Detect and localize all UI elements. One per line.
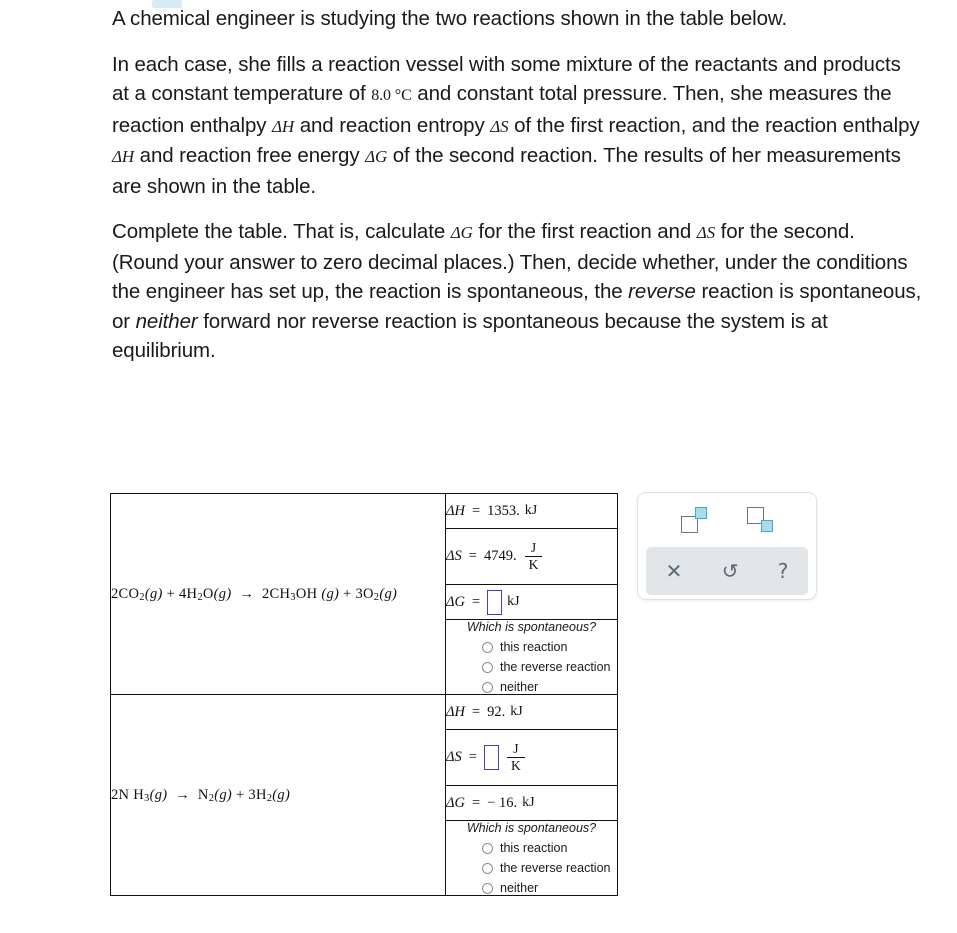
delta-h-cell-2: ΔH = 92. kJ [445,694,618,730]
delta-s-input-2[interactable] [483,745,499,770]
delta-s-unit-1: J K [524,539,543,572]
delta-h-label-2: ΔH [446,703,465,720]
instr-text-b: for the first reaction and [472,220,697,243]
radio-label: neither [500,680,539,694]
radio-option-neither-1[interactable]: neither [482,680,617,694]
setup-text-e: and reaction free energy [134,144,366,167]
instr-text-e: forward nor reverse reaction is spontane… [112,309,828,363]
spontaneity-cell-2: Which is spontaneous? this reaction the … [445,820,618,896]
paragraph-setup: In each case, she fills a reaction vesse… [112,50,922,202]
setup-text-c: and reaction entropy [294,113,491,137]
delta-g-label-1: ΔG [446,593,465,610]
delta-g-equals-2: = [471,794,481,811]
delta-s-unit-numerator-1: J [530,539,537,555]
delta-s-unit-denominator-1: K [524,556,543,572]
radio-label: this reaction [500,841,568,855]
delta-g-unit-2: kJ [522,795,535,810]
radio-label: the reverse reaction [500,660,611,674]
reaction-equation-2: 2N H3(g) → N2(g) + 3H2(g) [111,786,291,804]
subscript-icon[interactable] [747,507,773,533]
palette-format-row [638,493,816,547]
delta-h-cell-1: ΔH = 1353. kJ [445,493,618,529]
symbol-delta-h-1: ΔH [272,116,295,136]
delta-s-label-2: ΔS [446,749,462,765]
symbol-delta-s-2: ΔS [696,223,716,242]
delta-s-cell-1: ΔS = 4749. J K [445,528,618,585]
radio-option-reverse-reaction-1[interactable]: the reverse reaction [482,660,617,674]
delta-g-cell-1: ΔG = kJ [445,584,618,620]
subscript-marker-square [761,520,773,532]
radio-option-reverse-reaction-2[interactable]: the reverse reaction [482,861,617,875]
spontaneity-question-2: Which is spontaneous? [466,821,597,835]
delta-g-equals-1: = [471,593,481,610]
paragraph-intro-text: A chemical engineer is studying the two … [112,7,788,30]
delta-s-unit-denominator-2: K [506,757,525,773]
spontaneity-cell-1: Which is spontaneous? this reaction the … [445,619,618,695]
emphasis-reverse: reverse [628,280,696,303]
delta-h-label-1: ΔH [446,502,465,519]
radio-icon[interactable] [482,882,493,894]
reaction-equation-cell-2: 2N H3(g) → N2(g) + 3H2(g) [110,694,446,896]
radio-icon[interactable] [482,661,493,673]
problem-statement: A chemical engineer is studying the two … [112,4,922,366]
radio-option-this-reaction-2[interactable]: this reaction [482,841,617,855]
table-row: 2CO2(g) + 4H2O(g) → 2CH3OH (g) + 3O2(g) … [110,493,618,695]
radio-option-this-reaction-1[interactable]: this reaction [482,640,617,654]
superscript-marker-square [695,507,707,519]
delta-s-unit-2: J K [506,740,525,773]
delta-h-value-1: 1353. [487,502,520,519]
reaction-equation-cell-1: 2CO2(g) + 4H2O(g) → 2CH3OH (g) + 3O2(g) [110,493,446,695]
radio-icon[interactable] [482,842,493,854]
delta-s-equals-1: = [468,548,477,564]
radio-option-neither-2[interactable]: neither [482,881,617,895]
radio-icon[interactable] [482,681,493,693]
reaction-equation-1: 2CO2(g) + 4H2O(g) → 2CH3OH (g) + 3O2(g) [111,585,398,603]
emphasis-neither: neither [135,309,198,333]
delta-g-value-2: − 16. [487,794,518,811]
radio-label: the reverse reaction [500,861,611,875]
delta-s-equals-2: = [468,749,477,765]
symbol-delta-s-1: ΔS [490,116,509,136]
setup-text-d: of the first reaction, and the reaction … [508,113,920,137]
delta-g-input-1[interactable] [487,589,503,615]
delta-g-label-2: ΔG [446,794,465,811]
delta-h-equals-2: = [471,703,481,720]
close-icon[interactable]: ✕ [666,561,683,581]
symbol-delta-g-1: ΔG [365,147,388,166]
delta-g-cell-2: ΔG = − 16. kJ [445,785,618,821]
superscript-icon[interactable] [681,507,707,533]
radio-icon[interactable] [482,862,493,874]
delta-s-unit-numerator-2: J [513,740,519,756]
delta-h-equals-1: = [471,502,481,519]
reactions-table: 2CO2(g) + 4H2O(g) → 2CH3OH (g) + 3O2(g) … [110,493,618,896]
math-input-palette: ✕ ↺ ? [637,492,817,600]
symbol-delta-h-2: ΔH [112,147,135,166]
radio-label: this reaction [500,640,568,654]
temperature-value: 8.0 °C [371,87,412,104]
symbol-delta-g-2: ΔG [450,223,473,242]
delta-h-unit-2: kJ [510,704,523,719]
help-icon[interactable]: ? [778,561,789,581]
paragraph-intro: A chemical engineer is studying the two … [112,4,922,34]
delta-g-unit-1: kJ [507,594,520,609]
delta-s-value-1: 4749. [483,548,517,564]
instr-text-a: Complete the table. That is, calculate [112,220,451,243]
delta-s-label-1: ΔS [446,548,462,564]
delta-h-value-2: 92. [487,703,506,720]
delta-s-cell-2: ΔS = J K [445,729,618,786]
table-row: 2N H3(g) → N2(g) + 3H2(g) ΔH = 92. kJ [110,694,618,896]
paragraph-instructions: Complete the table. That is, calculate Δ… [112,217,922,366]
radio-label: neither [500,881,539,895]
delta-h-unit-1: kJ [524,503,538,518]
palette-action-row: ✕ ↺ ? [646,547,808,595]
undo-icon[interactable]: ↺ [722,561,739,581]
radio-icon[interactable] [482,641,493,653]
spontaneity-question-1: Which is spontaneous? [466,620,597,634]
